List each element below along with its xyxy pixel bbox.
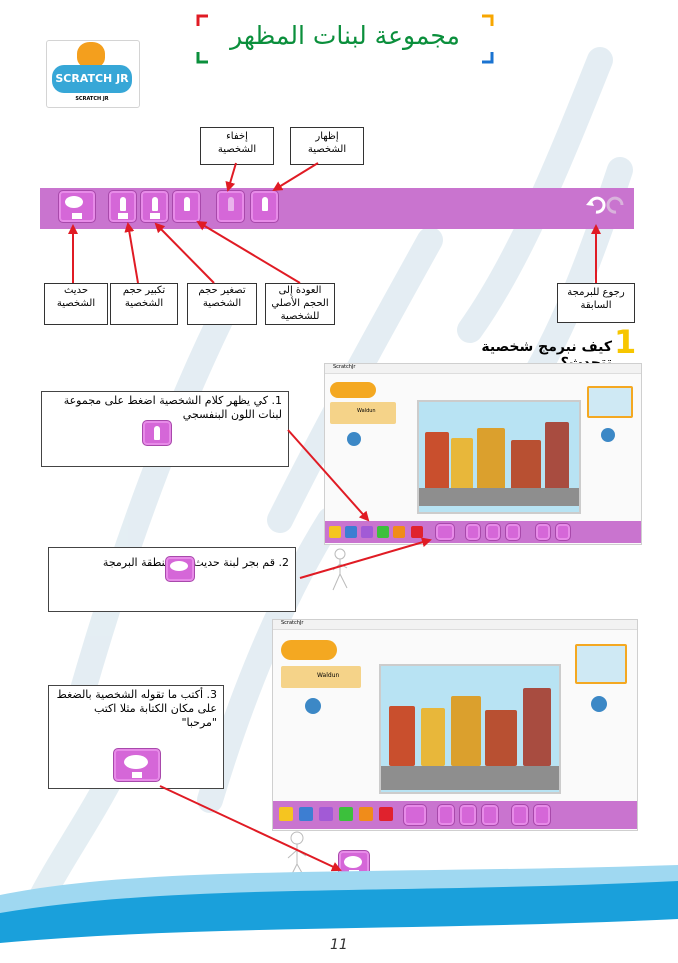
author-signature: بزال مجوبي [562,928,652,949]
annotation-arrows [68,162,601,872]
page-number: 11 [330,937,348,953]
